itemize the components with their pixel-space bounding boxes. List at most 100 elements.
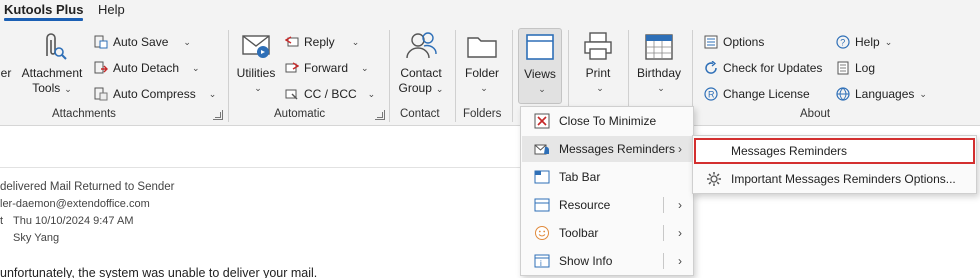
contact-group-label-2: Group [398, 81, 432, 95]
auto-save-button[interactable]: Auto Save ⌄ [94, 32, 191, 52]
submenu-item-label: Messages Reminders [731, 144, 848, 158]
help-button[interactable]: ? Help ⌄ [836, 32, 892, 52]
auto-compress-icon [94, 87, 108, 101]
cc-bcc-button[interactable]: CC / BCC ⌄ [285, 84, 375, 104]
close-box-icon [534, 113, 550, 129]
auto-detach-label: Auto Detach [113, 61, 180, 75]
group-divider [512, 30, 513, 122]
menu-item-show-info[interactable]: i Show Info › [522, 248, 692, 274]
split-divider [663, 253, 664, 269]
chevron-down-icon: ⌄ [208, 88, 217, 99]
menu-item-resource[interactable]: Resource › [522, 192, 692, 218]
resource-window-icon [534, 197, 550, 213]
chevron-down-icon: ⌄ [480, 83, 488, 93]
submenu-item-messages-reminders[interactable]: Messages Reminders [694, 138, 975, 164]
submenu-item-important-reminders-options[interactable]: Important Messages Reminders Options... [694, 166, 975, 192]
message-from: ler-daemon@extendoffice.com [0, 198, 150, 210]
check-for-updates-label: Check for Updates [723, 61, 823, 75]
group-label-contact: Contact [400, 108, 440, 120]
menu-item-toolbar[interactable]: Toolbar › [522, 220, 692, 246]
group-divider [228, 30, 229, 122]
envelope-gear-icon [239, 30, 273, 62]
registered-icon: R [704, 87, 718, 101]
folder-button[interactable]: Folder ⌄ [460, 30, 504, 96]
message-subject: delivered Mail Returned to Sender [0, 181, 175, 193]
change-license-label: Change License [723, 87, 810, 101]
change-license-button[interactable]: R Change License [704, 84, 810, 104]
automatic-dialog-launcher-icon[interactable] [375, 110, 385, 120]
auto-compress-button[interactable]: Auto Compress ⌄ [94, 84, 216, 104]
globe-icon [836, 87, 850, 101]
tab-help[interactable]: Help [98, 2, 125, 17]
contact-group-label-1: Contact [400, 66, 442, 80]
attachments-dialog-launcher-icon[interactable] [213, 110, 223, 120]
chevron-down-icon: ⌄ [192, 62, 200, 73]
chevron-down-icon: ⌄ [367, 88, 376, 99]
log-button[interactable]: Log [836, 58, 875, 78]
check-for-updates-button[interactable]: Check for Updates [704, 58, 822, 78]
forward-icon [285, 61, 300, 75]
chevron-down-icon: ⌄ [183, 36, 191, 47]
reply-label: Reply [304, 35, 335, 49]
attachment-tools-label-1: Attachment [21, 66, 83, 80]
bell-envelope-icon [534, 141, 550, 157]
auto-detach-icon [94, 61, 108, 75]
menu-item-label: Toolbar [559, 226, 599, 240]
views-button[interactable]: Views ⌄ [518, 28, 562, 104]
chevron-down-icon: ⌄ [435, 84, 444, 94]
menu-item-label: Resource [559, 198, 611, 212]
languages-button[interactable]: Languages ⌄ [836, 84, 927, 104]
tab-bar-icon [534, 169, 550, 185]
print-button[interactable]: Print ⌄ [576, 30, 620, 96]
cc-bcc-label: CC / BCC [304, 87, 357, 101]
group-label-about: About [800, 108, 831, 120]
window-views-icon [523, 31, 557, 63]
messages-reminders-submenu: Messages Reminders Important Messages Re… [692, 135, 977, 194]
message-sent-prefix: t [0, 215, 4, 227]
menu-item-close-to-minimize[interactable]: Close To Minimize [522, 108, 692, 134]
group-divider [389, 30, 390, 122]
chevron-right-icon[interactable]: › [678, 198, 682, 212]
contact-group-button[interactable]: Contact Group ⌄ [394, 30, 448, 97]
ribbon: ger Attachment Tools⌄ Auto Save ⌄ Auto D… [0, 24, 980, 126]
views-label: Views [524, 67, 556, 81]
auto-compress-label: Auto Compress [113, 87, 196, 101]
chevron-down-icon: ⌄ [884, 36, 893, 47]
chevron-right-icon: › [678, 142, 682, 156]
group-label-automatic: Automatic [274, 108, 326, 120]
languages-label: Languages [855, 87, 915, 101]
views-dropdown-menu: Close To Minimize Messages Reminders › T… [520, 106, 694, 276]
options-list-icon [704, 35, 718, 49]
chevron-down-icon: ⌄ [596, 83, 604, 93]
chevron-down-icon: ⌄ [351, 36, 360, 47]
help-label: Help [855, 35, 880, 49]
options-label: Options [723, 35, 765, 49]
menu-item-tab-bar[interactable]: Tab Bar [522, 164, 692, 190]
reply-button[interactable]: Reply ⌄ [284, 32, 360, 52]
attachment-tools-button[interactable]: Attachment Tools ⌄ [18, 30, 86, 97]
menu-item-label: Tab Bar [559, 170, 601, 184]
group-divider [455, 30, 456, 122]
forward-button[interactable]: Forward ⌄ [285, 58, 369, 78]
svg-text:i: i [540, 259, 542, 268]
split-divider [663, 197, 664, 213]
menu-item-messages-reminders[interactable]: Messages Reminders › [522, 136, 692, 162]
chevron-down-icon: ⌄ [919, 88, 927, 99]
auto-detach-button[interactable]: Auto Detach ⌄ [94, 58, 200, 78]
auto-save-icon [94, 35, 108, 49]
print-label: Print [585, 66, 611, 80]
chevron-down-icon: ⌄ [657, 83, 665, 93]
options-button[interactable]: Options [704, 32, 764, 52]
chevron-right-icon[interactable]: › [678, 254, 682, 268]
cc-bcc-icon [285, 87, 299, 101]
chevron-down-icon: ⌄ [538, 84, 546, 94]
partial-button-label: ger [0, 66, 12, 80]
chevron-right-icon[interactable]: › [678, 226, 682, 240]
contact-person-icon [404, 30, 438, 62]
message-body: unfortunately, the system was unable to … [0, 266, 318, 278]
utilities-button[interactable]: Utilities ⌄ [234, 30, 278, 96]
partial-ribbon-button[interactable]: ger [0, 66, 18, 81]
birthday-button[interactable]: Birthday ⌄ [634, 30, 684, 96]
paperclip-icon [35, 30, 69, 62]
tab-kutools-plus[interactable]: Kutools Plus [4, 2, 84, 21]
